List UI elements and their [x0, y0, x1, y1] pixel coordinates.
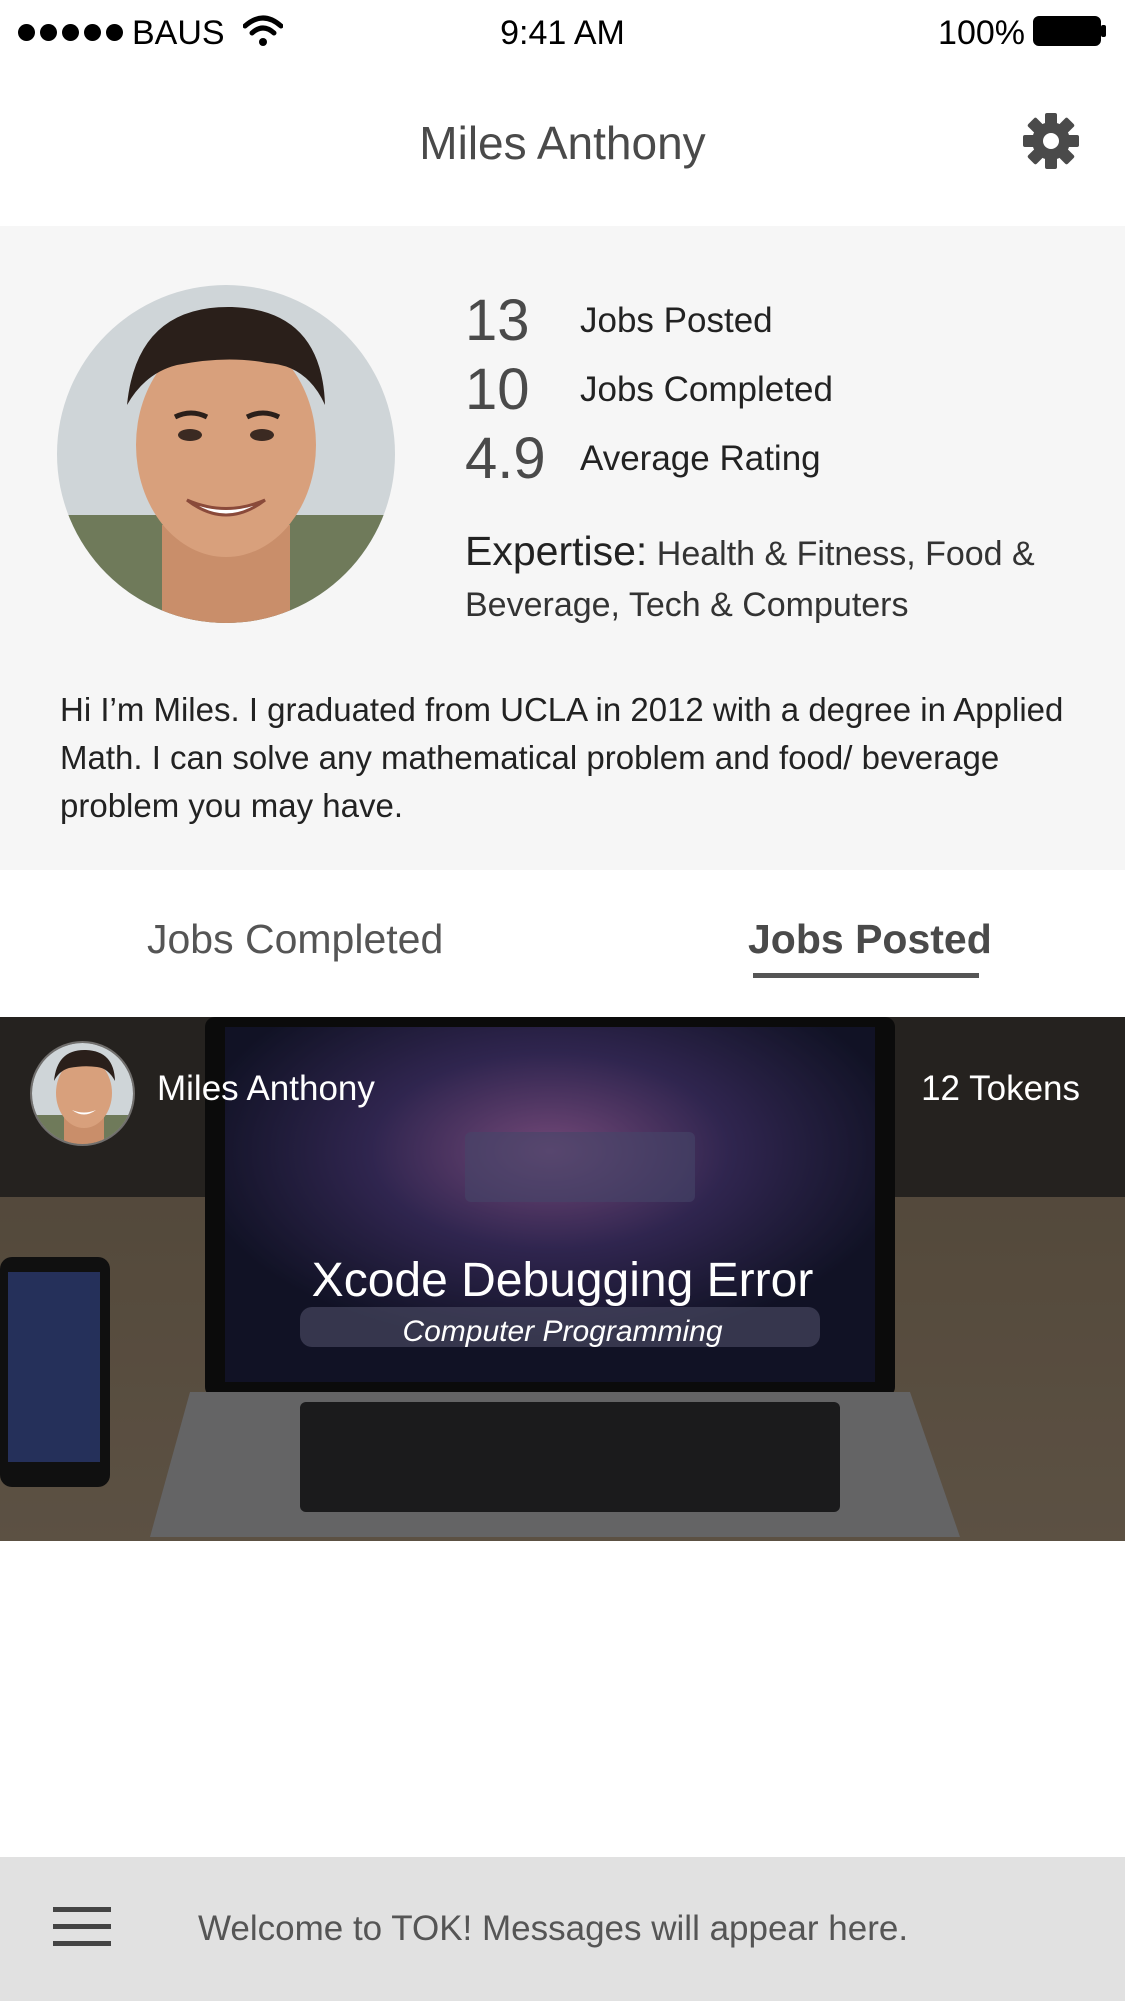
nav-bar: Miles Anthony — [0, 68, 1125, 226]
profile-avatar[interactable] — [57, 285, 395, 623]
battery-percentage: 100% — [938, 14, 1025, 52]
job-title: Xcode Debugging Error — [311, 1254, 814, 1307]
job-category: Computer Programming — [402, 1315, 723, 1348]
message-text: Welcome to TOK! Messages will appear her… — [198, 1909, 909, 1948]
stat-jobs-completed: 10 Jobs Completed — [465, 355, 833, 424]
profile-stats: 13 Jobs Posted 10 Jobs Completed 4.9 Ave… — [465, 286, 833, 493]
stat-value: 4.9 — [465, 426, 546, 491]
stat-average-rating: 4.9 Average Rating — [465, 424, 833, 493]
stat-label: Jobs Posted — [580, 300, 773, 340]
stat-value: 10 — [465, 357, 530, 422]
tab-jobs-completed[interactable]: Jobs Completed — [147, 916, 443, 963]
gear-icon[interactable] — [1020, 110, 1082, 172]
stat-label: Average Rating — [580, 438, 821, 478]
page-title: Miles Anthony — [419, 117, 706, 169]
status-bar: BAUS 9:41 AM 100% — [0, 0, 1125, 68]
stat-label: Jobs Completed — [580, 369, 833, 409]
tab-jobs-posted[interactable]: Jobs Posted — [748, 916, 992, 963]
profile-panel: 13 Jobs Posted 10 Jobs Completed 4.9 Ave… — [0, 226, 1125, 870]
job-author-name: Miles Anthony — [157, 1069, 375, 1108]
battery-icon — [1033, 16, 1106, 46]
active-tab-indicator — [753, 973, 979, 978]
stat-value: 13 — [465, 288, 530, 353]
expertise-label: Expertise: — [465, 528, 648, 574]
job-tokens: 12 Tokens — [921, 1069, 1080, 1108]
job-card[interactable]: Miles Anthony 12 Tokens Xcode Debugging … — [0, 1017, 1125, 1541]
message-bar: Welcome to TOK! Messages will appear her… — [0, 1857, 1125, 2001]
profile-bio: Hi I’m Miles. I graduated from UCLA in 2… — [60, 691, 1064, 824]
hamburger-menu-icon[interactable] — [53, 1907, 111, 1947]
expertise: Expertise: Health & Fitness, Food & Beve… — [465, 526, 1065, 631]
job-author-avatar[interactable] — [30, 1041, 135, 1146]
stat-jobs-posted: 13 Jobs Posted — [465, 286, 833, 355]
jobs-tabs: Jobs Completed Jobs Posted — [0, 870, 1125, 1017]
